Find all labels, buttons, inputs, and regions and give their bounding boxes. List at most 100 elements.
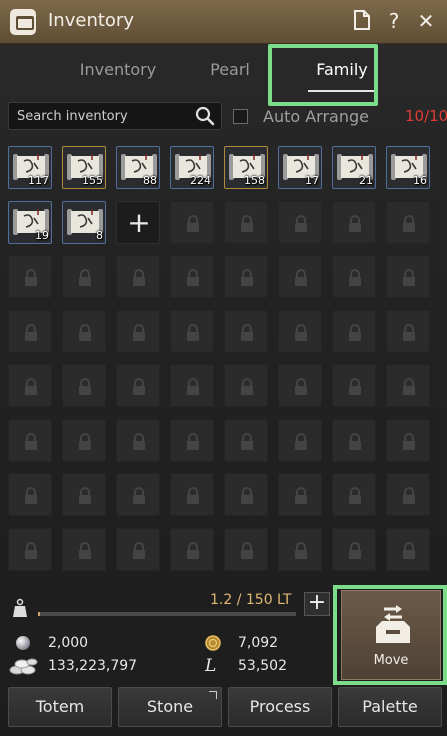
locked-slot xyxy=(8,473,52,516)
lock-icon xyxy=(187,432,199,450)
add-slot-button[interactable]: + xyxy=(116,200,160,244)
lock-icon xyxy=(403,378,415,395)
totem-button[interactable]: Totem xyxy=(8,687,112,727)
lock-icon xyxy=(25,487,37,504)
locked-slot xyxy=(224,473,268,516)
lock-icon xyxy=(241,269,253,286)
lock-icon xyxy=(403,269,415,286)
lock-icon xyxy=(295,487,307,504)
locked-slot xyxy=(332,473,376,516)
lock-icon xyxy=(79,432,91,450)
locked-slot xyxy=(278,473,322,516)
locked-slot xyxy=(62,473,106,516)
weight-icon xyxy=(13,598,27,617)
lock-icon xyxy=(403,323,415,341)
locked-slot xyxy=(386,255,430,298)
popout-icon xyxy=(209,691,217,699)
locked-slot xyxy=(332,255,376,298)
lock-icon xyxy=(241,378,253,395)
lock-icon xyxy=(133,487,145,504)
lock-icon xyxy=(25,378,37,395)
lock-icon xyxy=(241,541,253,559)
title-bar[interactable]: Inventory ? ✕ xyxy=(0,0,447,44)
inventory-item-slot[interactable]: 16 xyxy=(386,146,430,189)
item-quantity: 155 xyxy=(82,174,103,187)
lock-icon xyxy=(349,541,361,559)
locked-slot xyxy=(62,255,106,298)
tab-pearl[interactable]: Pearl xyxy=(180,48,280,96)
weight-bar xyxy=(38,612,296,616)
silver-pearl-icon xyxy=(16,636,30,650)
plus-icon: + xyxy=(127,205,151,239)
lock-icon xyxy=(187,487,199,504)
close-icon[interactable]: ✕ xyxy=(415,9,437,33)
lock-icon xyxy=(295,432,307,450)
locked-slot xyxy=(386,418,430,462)
lock-icon xyxy=(133,378,145,395)
search-input[interactable] xyxy=(17,103,187,129)
item-quantity: 21 xyxy=(359,174,373,187)
inventory-item-slot[interactable]: 19 xyxy=(8,200,52,244)
inventory-item-slot[interactable]: 8 xyxy=(62,200,106,244)
help-icon[interactable]: ? xyxy=(383,9,405,33)
locked-slot xyxy=(116,527,160,571)
locked-slot xyxy=(224,364,268,407)
lock-icon xyxy=(133,269,145,286)
search-icon[interactable] xyxy=(195,106,215,126)
locked-slot xyxy=(332,309,376,353)
locked-slot xyxy=(8,364,52,407)
auto-arrange-checkbox[interactable] xyxy=(233,109,248,124)
locked-slot xyxy=(278,309,322,353)
locked-slot xyxy=(62,364,106,407)
locked-slot xyxy=(8,309,52,353)
lock-icon xyxy=(241,487,253,504)
inventory-item-slot[interactable]: 117 xyxy=(8,146,52,189)
locked-slot xyxy=(8,418,52,462)
inventory-item-slot[interactable]: 158 xyxy=(224,146,268,189)
locked-slot xyxy=(332,200,376,244)
locked-slot xyxy=(8,527,52,571)
locked-slot xyxy=(170,418,214,462)
weight-bar-fill xyxy=(38,612,41,616)
lock-icon xyxy=(187,323,199,341)
locked-slot xyxy=(224,309,268,353)
expand-weight-button[interactable]: + xyxy=(304,592,330,616)
lock-icon xyxy=(79,323,91,341)
tab-inventory[interactable]: Inventory xyxy=(68,48,168,96)
family-tab-highlight xyxy=(268,44,378,106)
palette-button[interactable]: Palette xyxy=(338,687,442,727)
locked-slot xyxy=(386,200,430,244)
search-box xyxy=(8,102,222,130)
move-button[interactable]: Move xyxy=(341,590,441,680)
locked-slot xyxy=(116,364,160,407)
locked-slot xyxy=(386,364,430,407)
auto-arrange-label[interactable]: Auto Arrange xyxy=(263,107,369,126)
window-title: Inventory xyxy=(48,10,134,31)
item-quantity: 88 xyxy=(143,174,157,187)
locked-slot xyxy=(386,527,430,571)
locked-slot xyxy=(278,200,322,244)
stone-button[interactable]: Stone xyxy=(118,687,222,727)
inventory-item-slot[interactable]: 224 xyxy=(170,146,214,189)
item-quantity: 16 xyxy=(413,174,427,187)
process-button[interactable]: Process xyxy=(228,687,332,727)
lock-icon xyxy=(349,214,361,232)
locked-slot xyxy=(116,418,160,462)
inventory-item-slot[interactable]: 21 xyxy=(332,146,376,189)
locked-slot xyxy=(224,527,268,571)
locked-slot xyxy=(278,418,322,462)
lock-icon xyxy=(25,323,37,341)
locked-slot xyxy=(170,527,214,571)
inventory-item-slot[interactable]: 88 xyxy=(116,146,160,189)
inventory-item-slot[interactable]: 155 xyxy=(62,146,106,189)
inventory-item-slot[interactable]: 17 xyxy=(278,146,322,189)
item-quantity: 117 xyxy=(28,174,49,187)
item-quantity: 224 xyxy=(190,174,211,187)
locked-slot xyxy=(386,473,430,516)
locked-slot xyxy=(386,309,430,353)
locked-slot xyxy=(332,364,376,407)
document-icon[interactable] xyxy=(351,9,373,33)
locked-slot xyxy=(224,418,268,462)
lock-icon xyxy=(403,487,415,504)
lock-icon xyxy=(133,541,145,559)
